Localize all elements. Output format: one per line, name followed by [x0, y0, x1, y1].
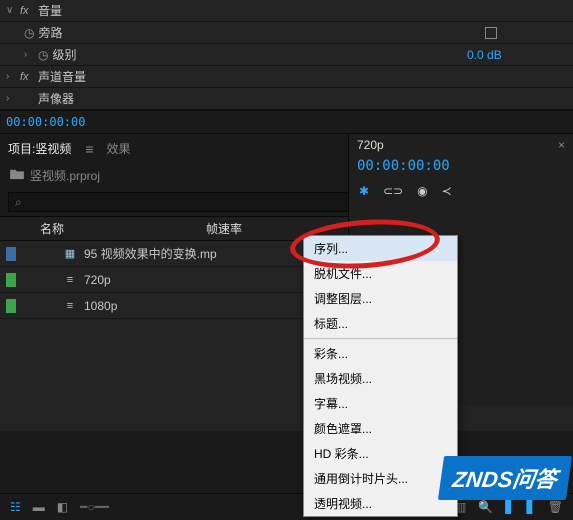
delete-button[interactable]: 🗑	[548, 500, 563, 514]
panel-menu-icon[interactable]: ≡	[85, 141, 92, 157]
sequence-icon: ≡	[62, 274, 78, 286]
new-bin-button[interactable]: ▋	[505, 500, 514, 514]
bypass-checkbox[interactable]	[485, 27, 497, 39]
label-color-chip[interactable]	[6, 247, 16, 261]
timeline-timecode[interactable]: 00:00:00:00	[349, 156, 573, 180]
effect-bypass-label[interactable]: 旁路	[38, 24, 481, 41]
folder-icon	[10, 168, 24, 183]
fx-badge: fx	[20, 5, 34, 17]
menu-item-transparent-video[interactable]: 透明视频...	[304, 491, 457, 516]
column-fps[interactable]: 帧速率	[206, 220, 286, 237]
icon-view-button[interactable]: ▬	[33, 500, 45, 514]
snap-icon[interactable]: ✱	[359, 184, 369, 198]
menu-item-color-matte[interactable]: 颜色遮罩...	[304, 416, 457, 441]
stopwatch-icon[interactable]: ◷	[24, 26, 34, 40]
effects-tab[interactable]: 效果	[107, 140, 131, 157]
menu-item-title[interactable]: 标题...	[304, 311, 457, 336]
new-item-context-menu: 序列... 脱机文件... 调整图层... 标题... 彩条... 黑场视频..…	[303, 235, 458, 517]
fx-badge: fx	[20, 71, 34, 83]
label-color-chip[interactable]	[6, 273, 16, 287]
expand-arrow-icon[interactable]: ›	[24, 49, 34, 60]
column-name[interactable]: 名称	[6, 220, 206, 237]
menu-item-hd-bars[interactable]: HD 彩条...	[304, 441, 457, 466]
sequence-icon: ≡	[62, 300, 78, 312]
effect-channel-volume-label[interactable]: 声道音量	[38, 68, 567, 85]
close-tab-icon[interactable]: ×	[558, 138, 565, 152]
effect-level-value[interactable]: 0.0 dB	[467, 48, 567, 62]
freeform-view-button[interactable]: ◧	[57, 500, 68, 514]
source-timecode[interactable]: 00:00:00:00	[0, 111, 573, 133]
menu-item-adjustment-layer[interactable]: 调整图层...	[304, 286, 457, 311]
linked-selection-icon[interactable]: ⊂⊃	[383, 184, 403, 198]
effect-level-label[interactable]: 级别	[52, 46, 467, 63]
list-view-button[interactable]: ☷	[10, 500, 21, 514]
expand-arrow-icon[interactable]: ›	[6, 93, 16, 104]
stopwatch-icon[interactable]: ◷	[38, 48, 48, 62]
clip-icon: ▦	[62, 247, 78, 260]
project-tab[interactable]: 项目:竖视频	[8, 140, 71, 157]
menu-item-captions[interactable]: 字幕...	[304, 391, 457, 416]
sequence-tab[interactable]: 720p	[357, 138, 552, 152]
menu-item-sequence[interactable]: 序列...	[304, 236, 457, 261]
settings-icon[interactable]: ≺	[442, 184, 452, 198]
expand-arrow-icon[interactable]: ›	[6, 71, 16, 82]
breadcrumb-text: 竖视频.prproj	[30, 167, 100, 184]
menu-item-black-video[interactable]: 黑场视频...	[304, 366, 457, 391]
effect-controls-panel: ∨ fx 音量 ◷ 旁路 › ◷ 级别 0.0 dB › fx 声道音量 › f…	[0, 0, 573, 111]
find-button[interactable]: 🔍	[478, 500, 493, 514]
menu-separator	[304, 338, 457, 339]
effect-panner-label[interactable]: 声像器	[38, 90, 567, 107]
watermark-badge: ZNDS问答	[438, 456, 572, 500]
new-item-button[interactable]: ▋	[527, 500, 536, 514]
label-color-chip[interactable]	[6, 299, 16, 313]
menu-item-bars-and-tone[interactable]: 彩条...	[304, 341, 457, 366]
marker-icon[interactable]: ◉	[417, 184, 427, 198]
menu-item-countdown[interactable]: 通用倒计时片头...	[304, 466, 457, 491]
collapse-arrow-icon[interactable]: ∨	[6, 5, 16, 16]
menu-item-offline-file[interactable]: 脱机文件...	[304, 261, 457, 286]
zoom-slider[interactable]: ━○━━	[80, 500, 109, 514]
effect-volume-label[interactable]: 音量	[38, 2, 567, 19]
